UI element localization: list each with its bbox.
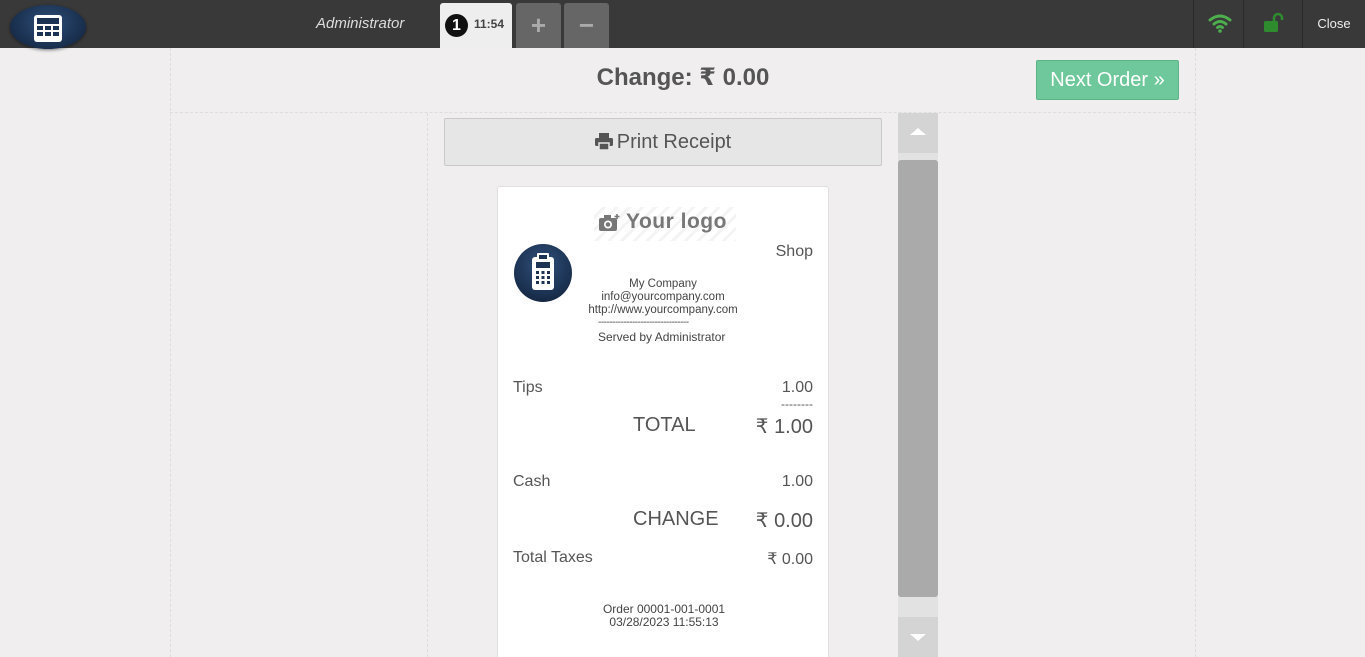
chevron-down-icon: [910, 634, 926, 641]
shop-name: Shop: [775, 243, 813, 260]
receipt-footer: Order 00001-001-0001 03/28/2023 11:55:13: [498, 603, 830, 629]
total-value: ₹ 1.00: [755, 416, 813, 438]
chevron-up-icon: [910, 128, 926, 135]
receipt: Your logo Shop My Company info@yourcompa…: [497, 186, 829, 657]
payment-method-value: 1.00: [781, 473, 813, 490]
remove-order-button[interactable]: −: [564, 3, 609, 48]
served-by: Served by Administrator: [598, 330, 726, 344]
top-bar: Administrator 1 11:54 + − Close: [0, 0, 1365, 49]
line-label-tips: Tips: [513, 379, 543, 396]
next-order-button[interactable]: Next Order »: [1036, 60, 1179, 100]
logo-text: Your logo: [626, 210, 727, 233]
scroll-down-button[interactable]: [898, 617, 938, 657]
company-website: http://www.yourcompany.com: [588, 304, 738, 316]
divider: [1243, 0, 1244, 48]
app-logo: [10, 5, 86, 49]
company-info: My Company info@yourcompany.com http://w…: [588, 278, 738, 317]
divider: [1193, 0, 1194, 48]
pos-terminal-icon: [34, 15, 62, 42]
close-button[interactable]: Close: [1303, 0, 1365, 48]
taxes-value: ₹ 0.00: [767, 551, 813, 568]
wifi-icon[interactable]: [1208, 13, 1232, 33]
change-label: CHANGE: [633, 508, 719, 530]
taxes-label: Total Taxes: [513, 549, 593, 566]
total-divider: --------: [781, 397, 813, 411]
pos-avatar: [514, 244, 572, 302]
print-receipt-label: Print Receipt: [616, 131, 732, 153]
add-order-button[interactable]: +: [516, 3, 561, 48]
order-datetime: 03/28/2023 11:55:13: [609, 615, 719, 629]
change-value: ₹ 0.00: [755, 510, 813, 532]
payment-method-label: Cash: [513, 473, 551, 490]
cashier-name[interactable]: Administrator: [316, 15, 404, 32]
header-divider: --------------------------------: [598, 317, 689, 328]
line-value-tips: 1.00: [781, 379, 813, 396]
order-time: 11:54: [474, 17, 505, 31]
print-receipt-button[interactable]: Print Receipt: [444, 118, 882, 166]
company-logo-placeholder: Your logo: [594, 207, 736, 241]
receipt-screen-header: Change: ₹ 0.00 Next Order »: [170, 48, 1196, 113]
order-number-badge: 1: [445, 14, 468, 37]
scrollbar-thumb[interactable]: [898, 160, 938, 597]
payment-terminal-icon: [532, 253, 554, 290]
total-label: TOTAL: [633, 414, 696, 436]
company-name: My Company: [629, 278, 697, 290]
scroll-up-button[interactable]: [898, 113, 938, 153]
unlock-icon[interactable]: [1262, 12, 1284, 34]
order-tab[interactable]: 1 11:54: [440, 3, 512, 48]
printer-icon: [594, 133, 613, 151]
company-email: info@yourcompany.com: [601, 291, 725, 303]
camera-icon: [599, 214, 620, 231]
